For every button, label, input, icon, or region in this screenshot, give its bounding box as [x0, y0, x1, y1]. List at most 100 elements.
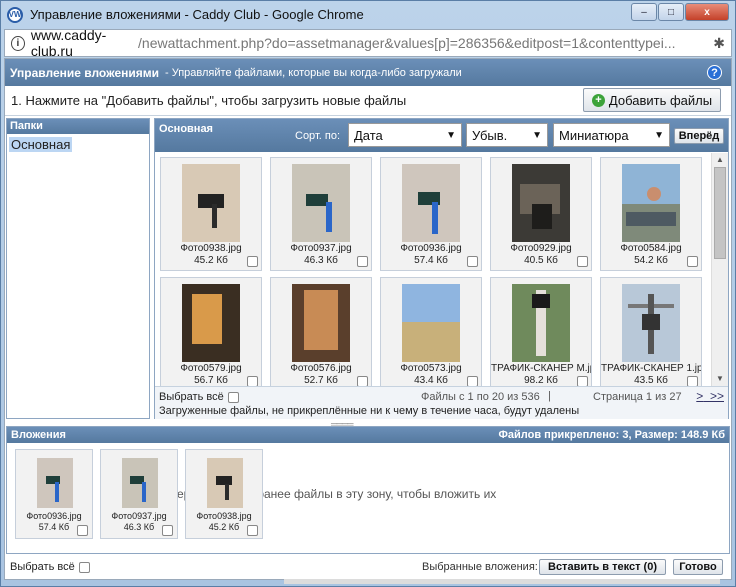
help-icon[interactable]: ? — [707, 65, 722, 80]
file-size: 56.7 Кб — [194, 375, 228, 386]
maximize-button[interactable]: □ — [658, 3, 684, 21]
attachment-checkbox[interactable] — [162, 525, 173, 536]
photo-thumbnail — [512, 284, 570, 362]
file-grid-scrollbar[interactable]: ▲ ▼ — [711, 153, 728, 386]
file-size: 43.4 Кб — [414, 375, 448, 386]
folder-item-main[interactable]: Основная — [9, 137, 73, 152]
manager-header: Управление вложениями - Управляйте файла… — [5, 59, 731, 86]
sort-field-select[interactable]: Дата ▼ — [348, 123, 462, 147]
minimize-button[interactable]: – — [631, 3, 657, 21]
extension-puzzle-icon[interactable]: ✱ — [713, 35, 725, 52]
file-checkbox[interactable] — [467, 376, 478, 386]
select-all-files[interactable]: Выбрать всё — [159, 391, 239, 403]
files-footer: Выбрать всё Файлы с 1 по 20 из 536 | Стр… — [155, 386, 728, 419]
select-all-attachments-checkbox[interactable] — [78, 561, 90, 573]
file-checkbox[interactable] — [577, 376, 588, 386]
window-bottom-scrollbar[interactable] — [284, 579, 720, 584]
file-thumb[interactable]: Фото0938.jpg 45.2 Кб — [160, 157, 262, 271]
file-thumb[interactable]: Фото0573.jpg 43.4 Кб — [380, 277, 482, 386]
plus-icon: + — [591, 93, 605, 107]
attachment-thumb[interactable]: Фото0936.jpg 57.4 Кб — [15, 449, 93, 539]
select-all-checkbox[interactable] — [227, 391, 239, 403]
browser-window: VW Управление вложениями - Caddy Club - … — [0, 0, 736, 587]
attachment-thumb[interactable]: Фото0937.jpg 46.3 Кб — [100, 449, 178, 539]
insert-into-text-button[interactable]: Вставить в текст (0) — [539, 559, 666, 575]
last-page-link[interactable]: >> — [710, 389, 724, 403]
photo-thumbnail — [122, 458, 158, 508]
file-thumb[interactable]: Фото0936.jpg 57.4 Кб — [380, 157, 482, 271]
file-checkbox[interactable] — [577, 256, 588, 267]
file-name: Фото0937.jpg — [290, 243, 352, 254]
pager-links: > >> — [696, 389, 724, 403]
select-all-attachments-label: Выбрать всё — [10, 561, 75, 573]
photo-thumbnail — [402, 164, 460, 242]
file-checkbox[interactable] — [687, 376, 698, 386]
footer-separator: | — [548, 390, 551, 402]
folders-heading: Папки — [7, 119, 149, 134]
vw-logo-icon: VW — [7, 6, 23, 23]
file-size: 57.4 Кб — [414, 255, 448, 266]
file-thumb[interactable]: ТРАФИК-СКАНЕР М.jp 98.2 Кб — [490, 277, 592, 386]
attachments-panel: Вложения Файлов прикреплено: 3, Размер: … — [6, 426, 730, 554]
attachments-counts: Файлов прикреплено: 3, Размер: 148.9 Кб — [498, 429, 725, 441]
photo-thumbnail — [512, 164, 570, 242]
select-all-attachments[interactable]: Выбрать всё — [10, 561, 90, 573]
files-panel-title: Основная — [159, 123, 213, 135]
photo-thumbnail — [292, 164, 350, 242]
sort-field-value: Дата — [354, 127, 383, 143]
scroll-thumb[interactable] — [714, 167, 726, 259]
sort-order-select[interactable]: Убыв. ▼ — [466, 123, 548, 147]
close-button[interactable]: x — [685, 3, 729, 21]
file-checkbox[interactable] — [357, 376, 368, 386]
attachment-checkbox[interactable] — [247, 525, 258, 536]
file-size: 43.5 Кб — [634, 375, 668, 386]
select-all-label: Выбрать всё — [159, 391, 224, 403]
photo-thumbnail — [622, 284, 680, 362]
page-info: Страница 1 из 27 — [593, 391, 682, 403]
next-page-link[interactable]: > — [696, 389, 703, 403]
attachment-name: Фото0936.jpg — [26, 511, 82, 521]
address-bar[interactable]: i www.caddy-club.ru /newattachment.php?d… — [4, 27, 732, 59]
file-checkbox[interactable] — [357, 256, 368, 267]
info-icon[interactable]: i — [11, 35, 25, 51]
view-select[interactable]: Миниатюра ▼ — [553, 123, 670, 147]
instruction-text: 1. Нажмите на "Добавить файлы", чтобы за… — [11, 93, 407, 108]
view-value: Миниатюра — [559, 127, 629, 143]
cleanup-notice: Загруженные файлы, не прикреплённые ни к… — [159, 405, 580, 417]
photo-thumbnail — [292, 284, 350, 362]
selected-attachments-label: Выбранные вложения: — [422, 561, 538, 573]
file-checkbox[interactable] — [247, 376, 258, 386]
file-thumb[interactable]: Фото0576.jpg 52.7 Кб — [270, 277, 372, 386]
photo-thumbnail — [182, 164, 240, 242]
file-name: ТРАФИК-СКАНЕР М.jp — [491, 363, 591, 374]
file-thumb[interactable]: Фото0579.jpg 56.7 Кб — [160, 277, 262, 386]
file-name: Фото0579.jpg — [180, 363, 242, 374]
attachment-thumb[interactable]: Фото0938.jpg 45.2 Кб — [185, 449, 263, 539]
attachment-manager: Управление вложениями - Управляйте файла… — [4, 58, 732, 580]
attachments-heading-bar: Вложения Файлов прикреплено: 3, Размер: … — [7, 427, 729, 443]
scroll-up-icon[interactable]: ▲ — [712, 153, 728, 167]
go-button[interactable]: Вперёд — [674, 128, 724, 144]
file-size: 98.2 Кб — [524, 375, 558, 386]
attachment-name: Фото0938.jpg — [196, 511, 252, 521]
file-checkbox[interactable] — [687, 256, 698, 267]
attachment-checkbox[interactable] — [77, 525, 88, 536]
file-thumb[interactable]: ТРАФИК-СКАНЕР 1.jp 43.5 Кб — [600, 277, 702, 386]
sort-label: Сорт. по: — [295, 130, 340, 142]
file-checkbox[interactable] — [467, 256, 478, 267]
file-checkbox[interactable] — [247, 256, 258, 267]
attachments-heading: Вложения — [11, 429, 66, 441]
done-button[interactable]: Готово — [673, 559, 723, 575]
chevron-down-icon: ▼ — [532, 129, 542, 141]
file-size: 46.3 Кб — [304, 255, 338, 266]
files-range: Файлы с 1 по 20 из 536 — [421, 391, 540, 403]
url-host: www.caddy-club.ru — [30, 27, 107, 59]
scroll-down-icon[interactable]: ▼ — [712, 372, 728, 386]
add-files-button[interactable]: + Добавить файлы — [583, 88, 721, 112]
file-thumb[interactable]: Фото0937.jpg 46.3 Кб — [270, 157, 372, 271]
file-thumb[interactable]: Фото0929.jpg 40.5 Кб — [490, 157, 592, 271]
file-thumb[interactable]: Фото0584.jpg 54.2 Кб — [600, 157, 702, 271]
file-size: 40.5 Кб — [524, 255, 558, 266]
photo-thumbnail — [622, 164, 680, 242]
file-grid: Фото0938.jpg 45.2 Кб Фото0937.jpg 46.3 К… — [155, 153, 711, 386]
